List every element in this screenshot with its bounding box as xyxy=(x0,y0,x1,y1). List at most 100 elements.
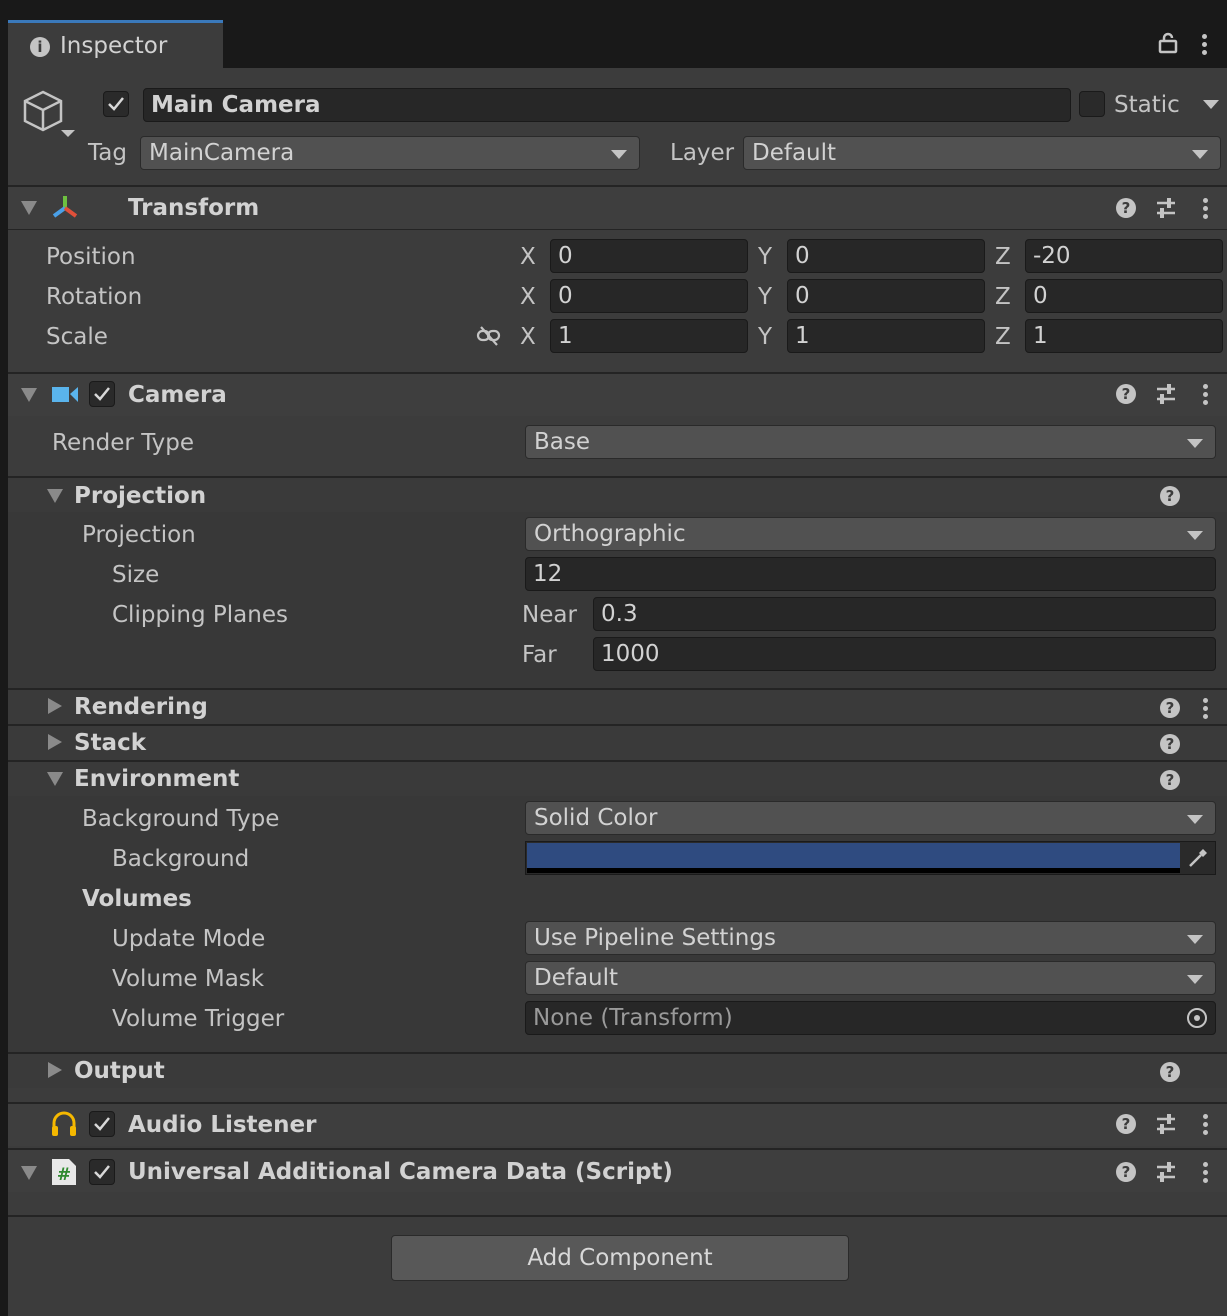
far-label: Far xyxy=(522,642,557,668)
output-section-title: Output xyxy=(74,1058,165,1084)
update-mode-label: Update Mode xyxy=(112,926,266,952)
axis-label-y: Y xyxy=(758,324,773,350)
preset-sliders-icon[interactable] xyxy=(1155,1112,1177,1136)
preset-sliders-icon[interactable] xyxy=(1155,1160,1177,1184)
axis-label-x: X xyxy=(520,284,536,310)
active-checkbox[interactable] xyxy=(103,91,129,117)
camera-enabled-checkbox[interactable] xyxy=(89,381,115,407)
background-type-dropdown[interactable]: Solid Color xyxy=(525,801,1216,835)
rotation-x-field[interactable]: 0 xyxy=(550,279,748,313)
chevron-down-icon xyxy=(1187,815,1203,824)
static-checkbox[interactable] xyxy=(1079,91,1105,117)
component-menu-icon[interactable] xyxy=(1203,384,1209,408)
volume-trigger-label: Volume Trigger xyxy=(112,1006,285,1032)
axis-label-y: Y xyxy=(758,284,773,310)
render-type-value: Base xyxy=(534,429,591,455)
tab-title: Inspector xyxy=(60,33,168,59)
lock-icon[interactable] xyxy=(1158,32,1178,54)
foldout-arrow-icon[interactable] xyxy=(21,388,37,402)
help-icon[interactable]: ? xyxy=(1160,734,1180,754)
background-type-value: Solid Color xyxy=(534,805,658,831)
rotation-label: Rotation xyxy=(46,284,143,310)
section-menu-icon[interactable] xyxy=(1203,698,1209,722)
projection-dropdown[interactable]: Orthographic xyxy=(525,517,1216,551)
component-menu-icon[interactable] xyxy=(1203,198,1209,222)
scale-z-field[interactable]: 1 xyxy=(1025,319,1223,353)
rotation-z-field[interactable]: 0 xyxy=(1025,279,1223,313)
help-icon[interactable]: ? xyxy=(1116,384,1136,404)
position-z-field[interactable]: -20 xyxy=(1025,239,1223,273)
projection-label: Projection xyxy=(82,522,196,548)
foldout-arrow-icon[interactable] xyxy=(48,734,62,750)
output-section-header[interactable] xyxy=(8,1054,1227,1088)
size-label: Size xyxy=(112,562,160,588)
update-mode-dropdown[interactable]: Use Pipeline Settings xyxy=(525,921,1216,955)
tab-inspector[interactable]: i Inspector xyxy=(8,20,223,68)
scale-x-field[interactable]: 1 xyxy=(550,319,748,353)
preset-sliders-icon[interactable] xyxy=(1155,382,1177,406)
stack-section-header[interactable] xyxy=(8,726,1227,760)
background-type-label: Background Type xyxy=(82,806,280,832)
stack-section-title: Stack xyxy=(74,730,147,756)
far-field[interactable]: 1000 xyxy=(593,637,1216,671)
gameobject-cube-icon[interactable] xyxy=(22,88,78,140)
info-icon: i xyxy=(30,37,50,57)
checkmark-icon xyxy=(94,1165,110,1179)
component-menu-icon[interactable] xyxy=(1203,1114,1209,1138)
axis-label-z: Z xyxy=(995,324,1011,350)
chevron-down-icon xyxy=(1192,150,1208,159)
foldout-arrow-icon[interactable] xyxy=(47,772,63,786)
name-field[interactable]: Main Camera xyxy=(143,88,1071,122)
position-y-field[interactable]: 0 xyxy=(787,239,985,273)
alpha-bar xyxy=(527,868,1180,873)
environment-section-title: Environment xyxy=(74,766,240,792)
audio-listener-checkbox[interactable] xyxy=(89,1111,115,1137)
urp-camera-data-checkbox[interactable] xyxy=(89,1159,115,1185)
tab-menu-icon[interactable] xyxy=(1202,34,1208,58)
divider xyxy=(8,229,1227,230)
near-label: Near xyxy=(522,602,577,628)
eyedropper-icon[interactable] xyxy=(1186,846,1210,870)
help-icon[interactable]: ? xyxy=(1160,486,1180,506)
help-icon[interactable]: ? xyxy=(1160,698,1180,718)
projection-value: Orthographic xyxy=(534,521,686,547)
chevron-down-icon xyxy=(611,150,627,159)
volume-mask-value: Default xyxy=(534,965,619,991)
position-label: Position xyxy=(46,244,136,270)
checkmark-icon xyxy=(94,1117,110,1131)
help-icon[interactable]: ? xyxy=(1116,1114,1136,1134)
static-dropdown-icon[interactable] xyxy=(1203,100,1219,109)
background-color-field[interactable] xyxy=(525,841,1216,875)
volume-mask-dropdown[interactable]: Default xyxy=(525,961,1216,995)
layer-dropdown[interactable]: Default xyxy=(743,136,1221,170)
help-icon[interactable]: ? xyxy=(1116,1162,1136,1182)
foldout-arrow-icon[interactable] xyxy=(47,489,63,503)
position-x-field[interactable]: 0 xyxy=(550,239,748,273)
foldout-arrow-icon[interactable] xyxy=(21,1166,37,1180)
foldout-arrow-icon[interactable] xyxy=(48,1062,62,1078)
chevron-down-icon xyxy=(1187,531,1203,540)
update-mode-value: Use Pipeline Settings xyxy=(534,925,776,951)
size-field[interactable]: 12 xyxy=(525,557,1216,591)
help-icon[interactable]: ? xyxy=(1116,198,1136,218)
foldout-arrow-icon[interactable] xyxy=(48,698,62,714)
near-field[interactable]: 0.3 xyxy=(593,597,1216,631)
volume-trigger-value: None (Transform) xyxy=(533,1005,733,1031)
component-menu-icon[interactable] xyxy=(1203,1162,1209,1186)
preset-sliders-icon[interactable] xyxy=(1155,196,1177,220)
volume-trigger-object-field[interactable]: None (Transform) xyxy=(525,1001,1216,1035)
help-icon[interactable]: ? xyxy=(1160,770,1180,790)
script-file-icon: # xyxy=(52,1159,76,1185)
object-picker-icon[interactable] xyxy=(1185,1006,1209,1030)
rotation-y-field[interactable]: 0 xyxy=(787,279,985,313)
render-type-dropdown[interactable]: Base xyxy=(525,425,1216,459)
help-icon[interactable]: ? xyxy=(1160,1062,1180,1082)
scale-y-field[interactable]: 1 xyxy=(787,319,985,353)
foldout-arrow-icon[interactable] xyxy=(21,201,37,215)
tag-dropdown[interactable]: MainCamera xyxy=(140,136,640,170)
axis-label-z: Z xyxy=(995,244,1011,270)
add-component-button[interactable]: Add Component xyxy=(391,1235,849,1281)
constrain-proportions-link-icon[interactable] xyxy=(476,326,502,346)
audio-listener-title: Audio Listener xyxy=(128,1112,317,1138)
layer-label: Layer xyxy=(670,140,735,166)
